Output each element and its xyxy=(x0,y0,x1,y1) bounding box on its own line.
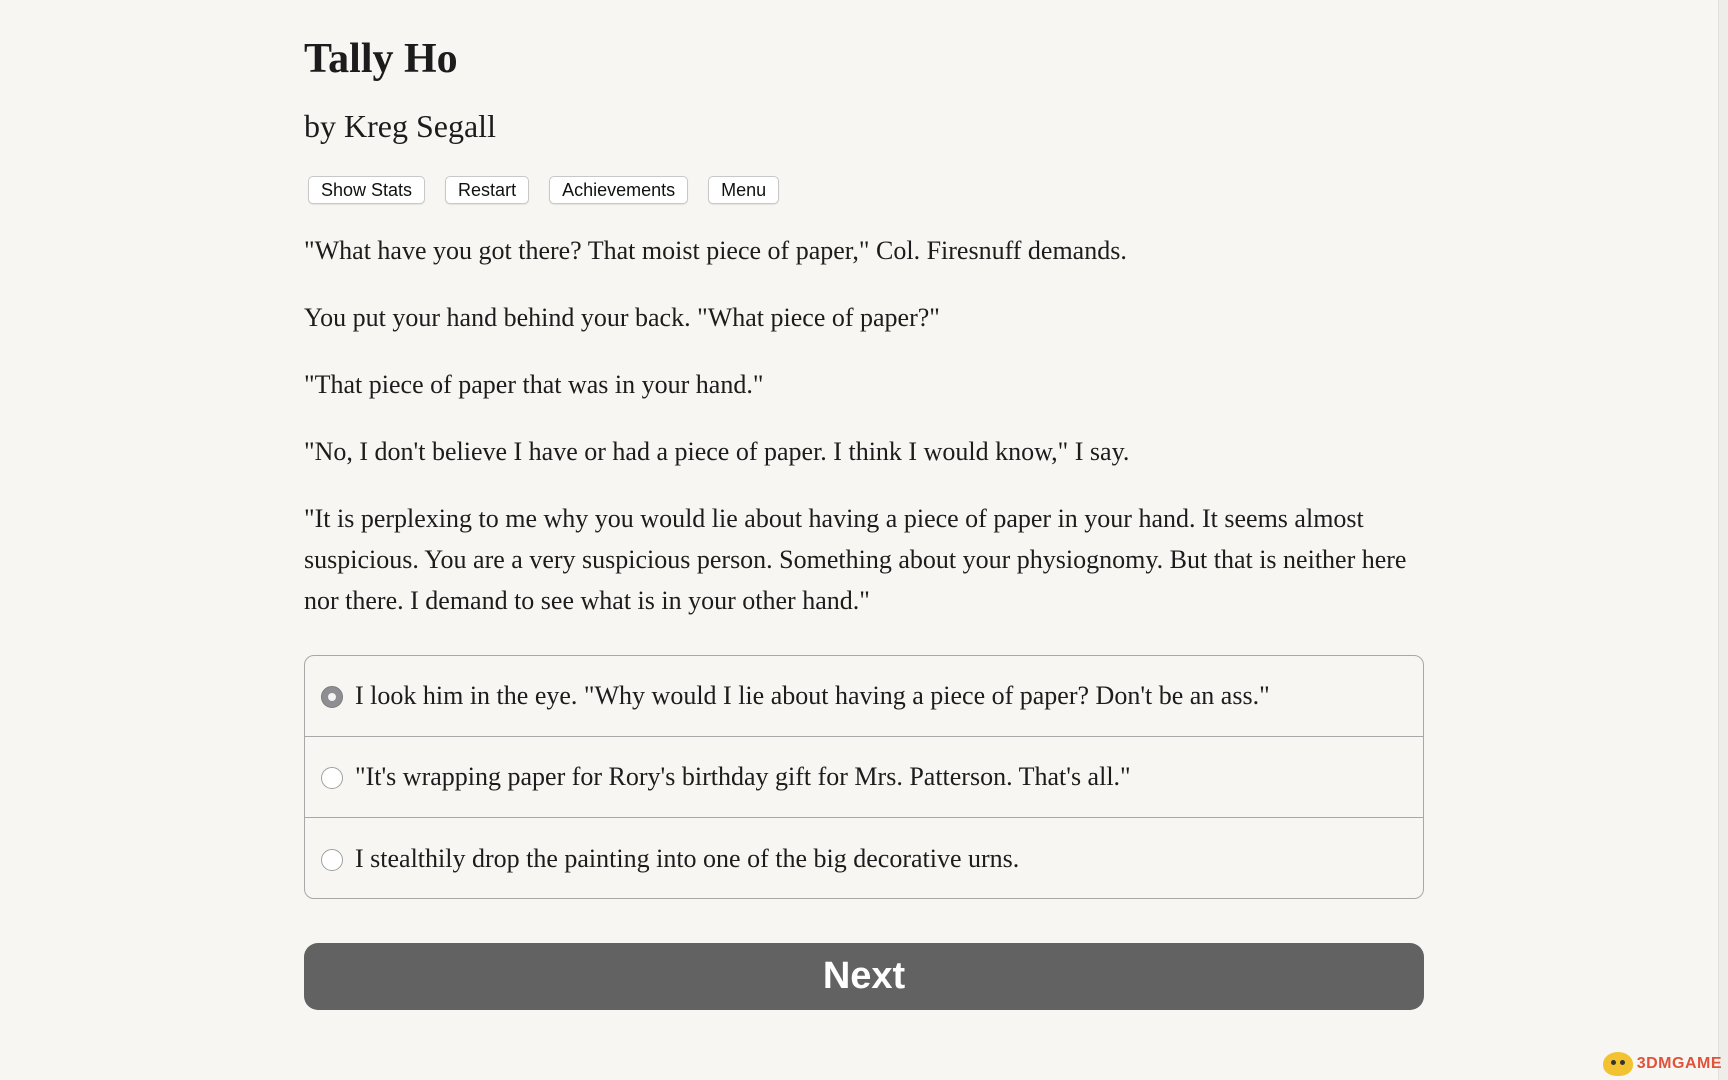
game-page: Tally Ho by Kreg Segall Show Stats Resta… xyxy=(0,0,1728,1080)
radio-selected-icon[interactable] xyxy=(321,686,343,708)
story-paragraph: "That piece of paper that was in your ha… xyxy=(304,370,764,399)
page-scrollbar[interactable] xyxy=(1718,0,1728,1080)
story-paragraph: "What have you got there? That moist pie… xyxy=(304,236,1127,265)
choice-label: I look him in the eye. "Why would I lie … xyxy=(355,681,1270,710)
radio-dot-icon xyxy=(328,693,336,701)
story-paragraph: You put your hand behind your back. "Wha… xyxy=(304,303,940,332)
radio-unselected-icon[interactable] xyxy=(321,767,343,789)
game-author: by Kreg Segall xyxy=(304,108,496,144)
choice-option-1[interactable]: I look him in the eye. "Why would I lie … xyxy=(305,656,1423,737)
next-button[interactable]: Next xyxy=(304,943,1424,1010)
choice-option-2[interactable]: "It's wrapping paper for Rory's birthday… xyxy=(305,737,1423,818)
story-text: "What have you got there? That moist pie… xyxy=(304,230,1444,647)
choice-label: I stealthily drop the painting into one … xyxy=(355,843,1020,873)
game-title: Tally Ho xyxy=(304,36,458,82)
watermark-text: 3DMGAME xyxy=(1636,1055,1722,1072)
choice-list: I look him in the eye. "Why would I lie … xyxy=(304,655,1424,899)
restart-button[interactable]: Restart xyxy=(445,176,530,204)
achievements-button[interactable]: Achievements xyxy=(549,176,689,204)
story-paragraph: "No, I don't believe I have or had a pie… xyxy=(304,437,1130,466)
choice-label: "It's wrapping paper for Rory's birthday… xyxy=(355,762,1131,791)
menu-button[interactable]: Menu xyxy=(708,176,780,204)
choice-option-3[interactable]: I stealthily drop the painting into one … xyxy=(305,818,1423,898)
radio-unselected-icon[interactable] xyxy=(321,848,343,871)
mascot-logo-icon xyxy=(1602,1052,1633,1076)
show-stats-button[interactable]: Show Stats xyxy=(308,176,426,204)
toolbar: Show Stats Restart Achievements Menu xyxy=(308,176,780,204)
story-paragraph: "It is perplexing to me why you would li… xyxy=(304,504,1407,615)
watermark: 3DMGAME xyxy=(1602,1052,1722,1076)
